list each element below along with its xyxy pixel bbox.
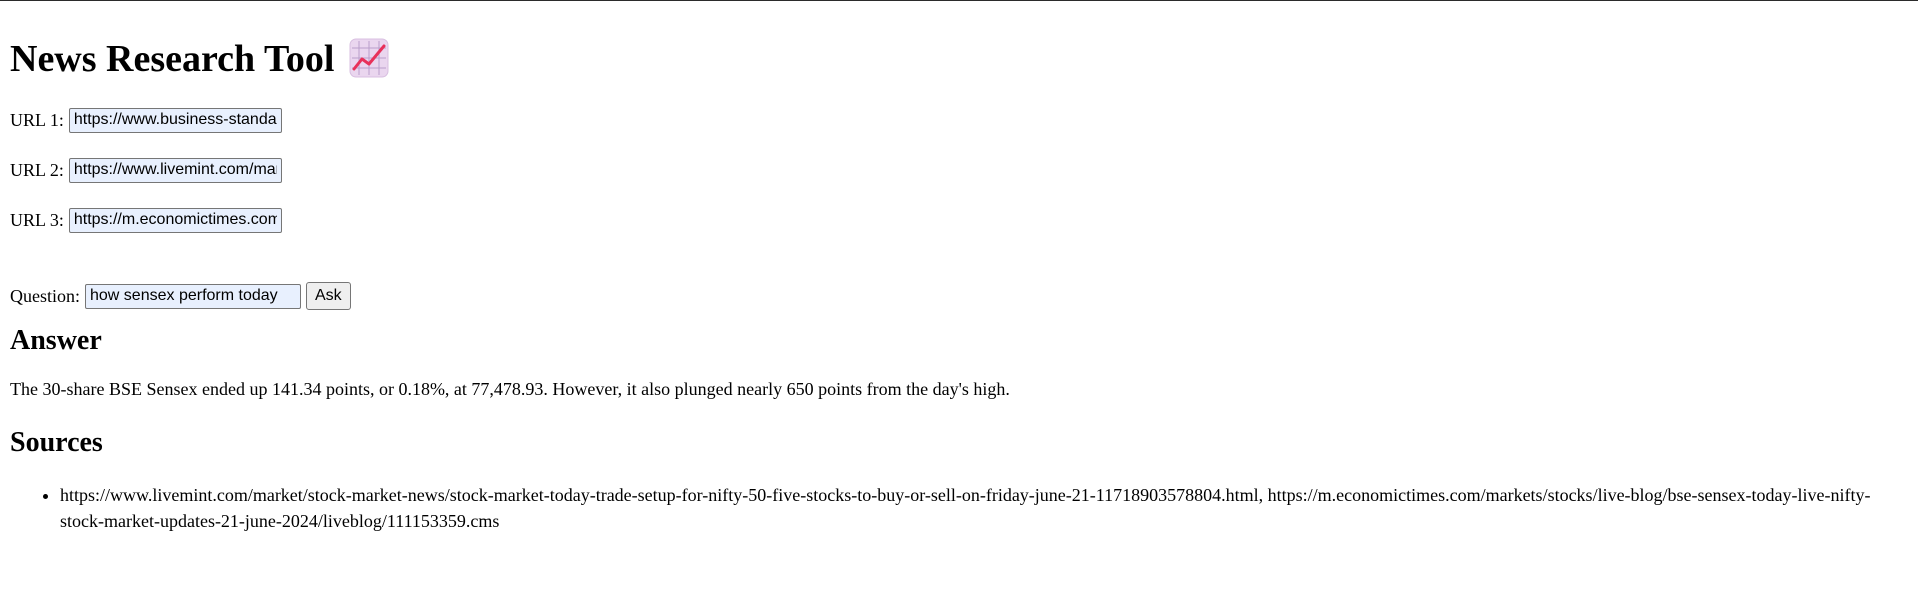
source-item: https://www.livemint.com/market/stock-ma…: [60, 482, 1908, 534]
answer-heading: Answer: [10, 325, 102, 356]
url2-input[interactable]: [68, 157, 282, 183]
url3-row: URL 3:: [10, 207, 1908, 233]
page-title-text: News Research Tool: [10, 37, 335, 80]
page: News Research Tool URL 1: URL 2:: [0, 1, 1918, 534]
ask-button[interactable]: Ask: [306, 282, 351, 310]
url2-row: URL 2:: [10, 157, 1908, 183]
url2-label: URL 2:: [10, 160, 64, 180]
url1-row: URL 1:: [10, 107, 1908, 133]
sources-list: https://www.livemint.com/market/stock-ma…: [10, 482, 1908, 534]
chart-increasing-icon: [348, 37, 390, 79]
url3-input[interactable]: [68, 207, 282, 233]
url1-input[interactable]: [68, 107, 282, 133]
question-input[interactable]: [85, 283, 301, 309]
url3-label: URL 3:: [10, 210, 64, 230]
question-row: Question: Ask: [10, 282, 1908, 310]
page-title: News Research Tool: [10, 1, 1908, 82]
url1-label: URL 1:: [10, 110, 64, 130]
answer-text: The 30-share BSE Sensex ended up 141.34 …: [10, 379, 1010, 399]
sources-heading: Sources: [10, 427, 103, 458]
question-label: Question:: [10, 285, 80, 306]
